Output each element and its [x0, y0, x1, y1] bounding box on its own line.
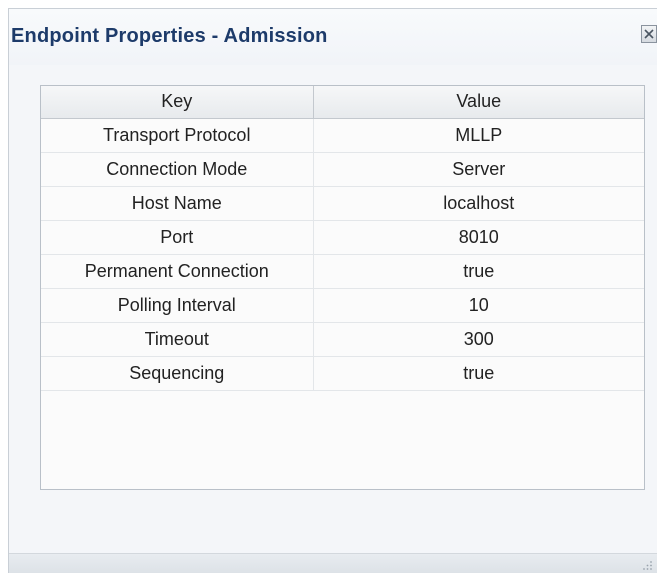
dialog-title-bar[interactable]: Endpoint Properties - Admission — [9, 9, 657, 65]
table-row[interactable]: Connection Mode Server — [41, 152, 644, 187]
row-key-cell: Timeout — [41, 322, 314, 357]
table-row[interactable]: Permanent Connection true — [41, 254, 644, 289]
dialog-title: Endpoint Properties - Admission — [11, 25, 328, 47]
row-key-cell: Host Name — [41, 186, 314, 221]
table-header-row: Key Value — [41, 86, 644, 119]
column-header-key[interactable]: Key — [41, 86, 314, 119]
table-row[interactable]: Transport Protocol MLLP — [41, 118, 644, 153]
table-row[interactable]: Polling Interval 10 — [41, 288, 644, 323]
table-row[interactable]: Host Name localhost — [41, 186, 644, 221]
resize-grip-icon[interactable] — [641, 558, 653, 570]
row-value-cell: MLLP — [313, 118, 644, 153]
table-row[interactable]: Port 8010 — [41, 220, 644, 255]
row-value-cell: 8010 — [313, 220, 644, 255]
row-value-cell: 300 — [313, 322, 644, 357]
row-value-cell: true — [313, 254, 644, 289]
dialog-footer — [9, 553, 657, 573]
table-row[interactable]: Sequencing true — [41, 356, 644, 391]
row-key-cell: Port — [41, 220, 314, 255]
row-value-cell: Server — [313, 152, 644, 187]
close-button[interactable] — [641, 25, 657, 43]
row-key-cell: Polling Interval — [41, 288, 314, 323]
properties-table: Key Value Transport Protocol MLLP Connec… — [40, 85, 645, 490]
column-header-value[interactable]: Value — [313, 86, 644, 119]
row-key-cell: Permanent Connection — [41, 254, 314, 289]
row-key-cell: Sequencing — [41, 356, 314, 391]
row-value-cell: localhost — [313, 186, 644, 221]
close-icon — [642, 26, 656, 42]
row-key-cell: Connection Mode — [41, 152, 314, 187]
row-value-cell: 10 — [313, 288, 644, 323]
endpoint-properties-dialog: Endpoint Properties - Admission Key Valu… — [8, 8, 657, 573]
row-key-cell: Transport Protocol — [41, 118, 314, 153]
row-value-cell: true — [313, 356, 644, 391]
table-row[interactable]: Timeout 300 — [41, 322, 644, 357]
